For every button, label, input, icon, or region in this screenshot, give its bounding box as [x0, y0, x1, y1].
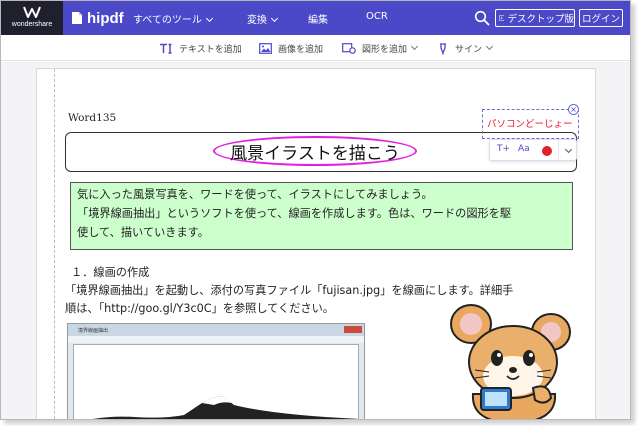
add-text-label: テキストを追加 — [179, 45, 242, 55]
embedded-window-titlebar: 境界線画抽出 — [68, 324, 364, 336]
chevron-down-icon — [410, 42, 419, 51]
login-button[interactable]: ログイン — [579, 9, 623, 27]
desktop-version-button[interactable]: デスクトップ版 — [495, 9, 575, 27]
add-shape-tool[interactable]: 図形を追加 — [342, 42, 419, 55]
hipdf-mark-icon — [72, 12, 82, 24]
embedded-window-menubar — [68, 336, 364, 343]
embedded-screenshot: 境界線画抽出 — [67, 323, 365, 419]
nav-edit[interactable]: 編集 — [308, 11, 328, 26]
chevron-down-icon[interactable] — [564, 145, 573, 154]
body-line: 順は、「http://goo.gl/Y3c0C」を参照してください。 — [65, 302, 334, 315]
app-frame: wondershare hipdf すべてのツール 変換 編集 OCR デスクト… — [0, 0, 631, 420]
image-icon — [259, 43, 272, 54]
chevron-down-icon — [485, 42, 494, 51]
top-nav: wondershare hipdf すべてのツール 変換 編集 OCR デスクト… — [1, 1, 630, 35]
document-id: Word135 — [68, 112, 117, 124]
nav-all-tools[interactable]: すべてのツール — [133, 11, 213, 26]
document-area[interactable]: Word135 風景イラストを描こう 気に入った風景写真を、ワードを使って、イラ… — [1, 62, 630, 420]
add-shape-label: 図形を追加 — [362, 45, 408, 55]
login-label: ログイン — [581, 14, 620, 25]
mount-fuji-sketch — [92, 396, 358, 419]
wondershare-wordmark: wondershare — [11, 21, 53, 28]
wondershare-mark-icon — [23, 6, 41, 18]
text-format-bar: T+ Aa — [489, 139, 577, 161]
pdf-page[interactable]: Word135 風景イラストを描こう 気に入った風景写真を、ワードを使って、イラ… — [36, 68, 596, 420]
pen-icon — [440, 42, 446, 55]
text-size-button[interactable]: T+ — [497, 144, 510, 154]
nav-ocr-label: OCR — [366, 11, 388, 22]
close-icon[interactable]: × — [568, 104, 579, 115]
intro-line: 「境界線画抽出」というソフトを使って、線画を作成します。色は、ワードの図形を駆 — [77, 207, 512, 220]
text-tool-icon — [160, 43, 172, 54]
intro-line: 使して、描いていきます。 — [77, 226, 209, 239]
nav-convert[interactable]: 変換 — [247, 11, 279, 26]
add-image-label: 画像を追加 — [278, 45, 324, 55]
document-title: 風景イラストを描こう — [230, 144, 400, 164]
shape-icon — [342, 43, 356, 54]
mountain-line-art-image — [73, 344, 359, 419]
chevron-down-icon — [205, 14, 213, 23]
hipdf-logo[interactable]: hipdf — [71, 9, 124, 27]
download-icon — [499, 15, 505, 21]
selected-text-box[interactable]: パソコンどーじょー — [487, 116, 573, 130]
chevron-down-icon — [270, 14, 279, 23]
sign-tool[interactable]: サイン — [437, 42, 494, 55]
nav-all-tools-label: すべてのツール — [133, 15, 202, 26]
add-image-tool[interactable]: 画像を追加 — [259, 42, 323, 55]
intro-line: 気に入った風景写真を、ワードを使って、イラストにしてみましょう。 — [77, 188, 433, 201]
body-line: 「境界線画抽出」を起動し、添付の写真ファイル「fujisan.jpg」を線画にし… — [65, 284, 514, 297]
desktop-version-label: デスクトップ版 — [507, 14, 574, 25]
hipdf-wordmark: hipdf — [87, 9, 124, 27]
wondershare-logo[interactable]: wondershare — [1, 1, 63, 35]
nav-ocr[interactable]: OCR — [366, 11, 388, 22]
mascot-illustration — [450, 304, 571, 419]
edit-toolbar: テキストを追加 画像を追加 図形を追加 サイン — [1, 35, 630, 61]
section-heading: １．線画の作成 — [71, 266, 150, 279]
add-text-tool[interactable]: テキストを追加 — [159, 42, 242, 55]
embedded-window-title: 境界線画抽出 — [78, 327, 109, 334]
text-color-swatch[interactable] — [542, 146, 552, 156]
format-bar-divider — [558, 140, 559, 160]
page-margin-guide — [54, 69, 55, 419]
window-close-icon — [344, 326, 362, 333]
font-button[interactable]: Aa — [518, 144, 530, 154]
intro-box: 気に入った風景写真を、ワードを使って、イラストにしてみましょう。 「境界線画抽出… — [70, 182, 573, 250]
caption-frame — [382, 419, 570, 420]
sign-label: サイン — [455, 45, 483, 55]
nav-convert-label: 変換 — [247, 15, 267, 26]
nav-edit-label: 編集 — [308, 15, 328, 26]
search-icon[interactable] — [474, 10, 490, 26]
